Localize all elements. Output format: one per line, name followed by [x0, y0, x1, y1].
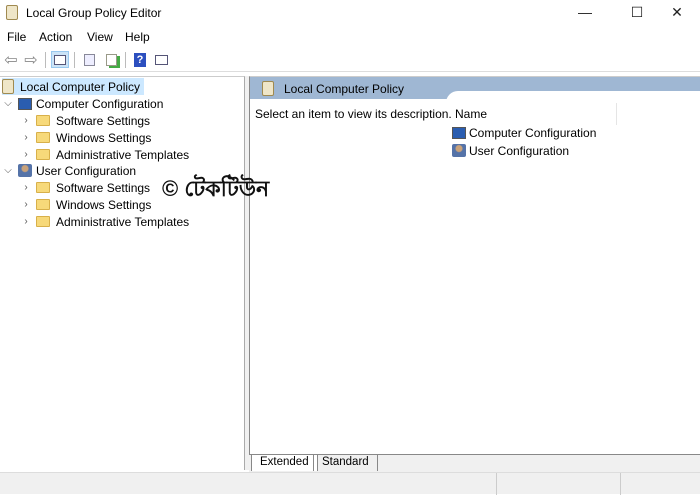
- policy-scroll-icon: [6, 5, 18, 20]
- list-item-label: Computer Configuration: [469, 125, 597, 140]
- policy-scroll-icon: [262, 81, 274, 96]
- toolbar-separator: [45, 52, 46, 68]
- forward-arrow-icon[interactable]: ⇨: [22, 51, 40, 69]
- window-title: Local Group Policy Editor: [26, 6, 162, 20]
- chevron-right-icon[interactable]: ›: [20, 216, 32, 227]
- tree-item-local-computer-policy[interactable]: Local Computer Policy: [2, 78, 145, 95]
- chevron-right-icon[interactable]: ›: [20, 199, 32, 210]
- details-header-title: Local Computer Policy: [284, 82, 405, 96]
- details-pane: Local Computer Policy Select an item to …: [249, 76, 700, 470]
- computer-icon: [452, 126, 466, 139]
- menu-bar: File Action View Help: [0, 27, 700, 47]
- folder-icon: [36, 182, 50, 193]
- properties-button[interactable]: [80, 51, 98, 68]
- tree-item-label: Local Computer Policy: [20, 79, 141, 94]
- status-bar-section: [496, 473, 497, 495]
- export-list-button[interactable]: [102, 51, 120, 68]
- menu-help[interactable]: Help: [125, 30, 150, 44]
- chevron-right-icon[interactable]: ›: [20, 182, 32, 193]
- folder-icon: [36, 132, 50, 143]
- user-icon: [452, 144, 466, 157]
- header-curve: [446, 91, 700, 103]
- tab-extended[interactable]: Extended: [251, 455, 318, 471]
- description-text: Select an item to view its description.: [255, 107, 452, 121]
- title-bar: Local Group Policy Editor — ☐ ✕: [0, 0, 700, 26]
- tree-item-software-settings[interactable]: › Software Settings: [20, 112, 150, 129]
- folder-icon: [36, 115, 50, 126]
- show-hide-console-tree-button[interactable]: [51, 51, 69, 68]
- chevron-down-icon[interactable]: ⌵: [2, 165, 14, 176]
- close-button[interactable]: ✕: [654, 0, 700, 26]
- tree-item-label: Administrative Templates: [56, 147, 190, 162]
- tree-item-label: Windows Settings: [56, 197, 152, 212]
- toolbar-separator: [125, 52, 126, 68]
- status-bar: [0, 472, 700, 495]
- folder-icon: [36, 199, 50, 210]
- computer-icon: [18, 97, 32, 110]
- chevron-right-icon[interactable]: ›: [20, 132, 32, 143]
- policy-scroll-icon: [2, 79, 14, 94]
- back-arrow-icon[interactable]: ⇦: [2, 51, 20, 69]
- tree-item-windows-settings[interactable]: › Windows Settings: [20, 129, 151, 146]
- list-item-user-configuration[interactable]: User Configuration: [452, 142, 569, 159]
- chevron-right-icon[interactable]: ›: [20, 149, 32, 160]
- export-list-icon: [105, 53, 117, 66]
- column-header-name[interactable]: Name: [455, 107, 487, 121]
- folder-icon: [36, 216, 50, 227]
- minimize-button[interactable]: —: [562, 0, 608, 26]
- folder-icon: [36, 149, 50, 160]
- tree-item-user-configuration[interactable]: ⌵ User Configuration: [2, 162, 136, 179]
- list-item-computer-configuration[interactable]: Computer Configuration: [452, 124, 596, 141]
- help-icon: ?: [134, 52, 146, 67]
- show-action-pane-button[interactable]: [152, 51, 170, 68]
- console-tree: Local Computer Policy ⌵ Computer Configu…: [0, 76, 245, 470]
- tree-item-label: Computer Configuration: [36, 96, 164, 111]
- help-button[interactable]: ?: [131, 51, 149, 68]
- menu-view[interactable]: View: [87, 30, 113, 44]
- chevron-down-icon[interactable]: ⌵: [2, 98, 14, 109]
- tree-item-label: User Configuration: [36, 163, 137, 178]
- tree-item-windows-settings[interactable]: › Windows Settings: [20, 196, 151, 213]
- list-item-label: User Configuration: [469, 143, 570, 158]
- menu-file[interactable]: File: [7, 30, 26, 44]
- properties-icon: [83, 53, 95, 66]
- tree-item-label: Software Settings: [56, 180, 151, 195]
- watermark: © টেকটিউন: [162, 176, 270, 201]
- toolbar-separator: [74, 52, 75, 68]
- console-tree-icon: [54, 54, 66, 65]
- tree-item-administrative-templates[interactable]: › Administrative Templates: [20, 146, 189, 163]
- tree-item-administrative-templates[interactable]: › Administrative Templates: [20, 213, 189, 230]
- menu-action[interactable]: Action: [39, 30, 72, 44]
- user-icon: [18, 164, 32, 177]
- view-tabs: Extended Standard: [249, 454, 700, 472]
- tree-item-label: Administrative Templates: [56, 214, 190, 229]
- chevron-right-icon[interactable]: ›: [20, 115, 32, 126]
- tab-standard[interactable]: Standard: [313, 455, 378, 471]
- toolbar: ⇦ ⇨ ?: [0, 48, 700, 72]
- column-separator[interactable]: [616, 103, 617, 125]
- tree-item-label: Windows Settings: [56, 130, 152, 145]
- tree-item-software-settings[interactable]: › Software Settings: [20, 179, 150, 196]
- action-pane-icon: [154, 54, 168, 65]
- tree-item-label: Software Settings: [56, 113, 151, 128]
- tree-item-computer-configuration[interactable]: ⌵ Computer Configuration: [2, 95, 163, 112]
- status-bar-section: [620, 473, 621, 495]
